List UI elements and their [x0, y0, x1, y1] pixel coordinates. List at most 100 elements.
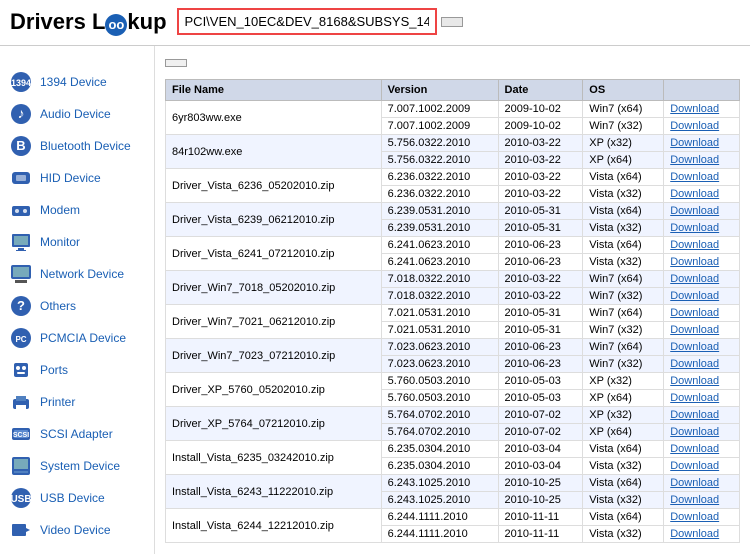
1394-icon: 1394 — [10, 71, 32, 93]
download-link[interactable]: Download — [670, 324, 719, 336]
sidebar-item-bluetooth[interactable]: B Bluetooth Device — [0, 130, 154, 162]
table-row: 6yr803ww.exe7.007.1002.20092009-10-02Win… — [166, 101, 740, 118]
cell-date: 2010-06-23 — [498, 356, 583, 373]
download-link[interactable]: Download — [670, 409, 719, 421]
cell-date: 2010-03-22 — [498, 186, 583, 203]
download-link[interactable]: Download — [670, 273, 719, 285]
download-link[interactable]: Download — [670, 426, 719, 438]
cell-os: XP (x32) — [583, 373, 664, 390]
sidebar-item-monitor[interactable]: Monitor — [0, 226, 154, 258]
cell-version: 6.239.0531.2010 — [381, 203, 498, 220]
cell-version: 6.244.1111.2010 — [381, 509, 498, 526]
sidebar-label-system: System Device — [40, 459, 120, 473]
download-link[interactable]: Download — [670, 307, 719, 319]
cell-os: XP (x64) — [583, 424, 664, 441]
col-header-os: OS — [583, 80, 664, 101]
sidebar-item-1394[interactable]: 1394 1394 Device — [0, 66, 154, 98]
download-link[interactable]: Download — [670, 477, 719, 489]
cell-os: XP (x32) — [583, 135, 664, 152]
sidebar-item-hid[interactable]: HID Device — [0, 162, 154, 194]
cell-date: 2010-10-25 — [498, 475, 583, 492]
download-link[interactable]: Download — [670, 341, 719, 353]
download-link[interactable]: Download — [670, 103, 719, 115]
sidebar-label-modem: Modem — [40, 203, 80, 217]
cell-os: Win7 (x64) — [583, 101, 664, 118]
sidebar-item-others[interactable]: ? Others — [0, 290, 154, 322]
cell-os: Vista (x64) — [583, 237, 664, 254]
printer-icon — [10, 391, 32, 413]
cell-version: 7.023.0623.2010 — [381, 339, 498, 356]
sidebar-item-audio[interactable]: ♪ Audio Device — [0, 98, 154, 130]
sidebar-item-printer[interactable]: Printer — [0, 386, 154, 418]
download-link[interactable]: Download — [670, 120, 719, 132]
download-link[interactable]: Download — [670, 154, 719, 166]
cell-download: Download — [664, 254, 740, 271]
scsi-icon: SCSI — [10, 423, 32, 445]
download-link[interactable]: Download — [670, 511, 719, 523]
cell-version: 6.239.0531.2010 — [381, 220, 498, 237]
search-input[interactable] — [177, 8, 437, 35]
download-link[interactable]: Download — [670, 205, 719, 217]
table-row: Install_Vista_6235_03242010.zip6.235.030… — [166, 441, 740, 458]
download-link[interactable]: Download — [670, 188, 719, 200]
col-header-action — [664, 80, 740, 101]
cell-os: Win7 (x64) — [583, 305, 664, 322]
sidebar-item-usb[interactable]: USB USB Device — [0, 482, 154, 514]
cell-version: 5.756.0322.2010 — [381, 152, 498, 169]
download-link[interactable]: Download — [670, 443, 719, 455]
sidebar-item-system[interactable]: System Device — [0, 450, 154, 482]
cell-filename: 84r102ww.exe — [166, 135, 382, 169]
cell-download: Download — [664, 220, 740, 237]
download-link[interactable]: Download — [670, 460, 719, 472]
download-link[interactable]: Download — [670, 375, 719, 387]
cell-filename: Driver_Win7_7021_06212010.zip — [166, 305, 382, 339]
table-row: Driver_XP_5760_05202010.zip5.760.0503.20… — [166, 373, 740, 390]
cell-download: Download — [664, 407, 740, 424]
sidebar-item-ports[interactable]: Ports — [0, 354, 154, 386]
sidebar-item-network[interactable]: Network Device — [0, 258, 154, 290]
sidebar-item-scsi[interactable]: SCSI SCSI Adapter — [0, 418, 154, 450]
download-link[interactable]: Download — [670, 392, 719, 404]
content-area: File Name Version Date OS 6yr803ww.exe7.… — [155, 46, 750, 554]
cell-os: Vista (x32) — [583, 254, 664, 271]
cell-version: 6.235.0304.2010 — [381, 458, 498, 475]
download-link[interactable]: Download — [670, 239, 719, 251]
sidebar-label-hid: HID Device — [40, 171, 101, 185]
cell-version: 6.241.0623.2010 — [381, 237, 498, 254]
download-link[interactable]: Download — [670, 222, 719, 234]
search-button[interactable] — [441, 17, 463, 27]
cell-date: 2010-05-03 — [498, 390, 583, 407]
cell-download: Download — [664, 356, 740, 373]
download-link[interactable]: Download — [670, 494, 719, 506]
sidebar-item-pcmcia[interactable]: PC PCMCIA Device — [0, 322, 154, 354]
sidebar-label-printer: Printer — [40, 395, 75, 409]
download-link[interactable]: Download — [670, 256, 719, 268]
cell-download: Download — [664, 152, 740, 169]
download-link[interactable]: Download — [670, 171, 719, 183]
sidebar-label-usb: USB Device — [40, 491, 105, 505]
table-row: Driver_Win7_7023_07212010.zip7.023.0623.… — [166, 339, 740, 356]
sidebar-item-video[interactable]: Video Device — [0, 514, 154, 546]
cell-version: 7.023.0623.2010 — [381, 356, 498, 373]
system-icon — [10, 455, 32, 477]
cell-filename: 6yr803ww.exe — [166, 101, 382, 135]
cell-os: Win7 (x32) — [583, 322, 664, 339]
cell-download: Download — [664, 339, 740, 356]
cell-download: Download — [664, 305, 740, 322]
come-back-button[interactable] — [165, 59, 187, 67]
cell-date: 2009-10-02 — [498, 101, 583, 118]
download-link[interactable]: Download — [670, 137, 719, 149]
cell-date: 2010-07-02 — [498, 424, 583, 441]
download-link[interactable]: Download — [670, 358, 719, 370]
cell-os: Vista (x64) — [583, 509, 664, 526]
col-header-version: Version — [381, 80, 498, 101]
download-link[interactable]: Download — [670, 528, 719, 540]
cell-os: XP (x32) — [583, 407, 664, 424]
sidebar-item-modem[interactable]: Modem — [0, 194, 154, 226]
cell-date: 2010-03-22 — [498, 169, 583, 186]
download-link[interactable]: Download — [670, 290, 719, 302]
cell-download: Download — [664, 424, 740, 441]
cell-version: 7.007.1002.2009 — [381, 118, 498, 135]
cell-date: 2010-06-23 — [498, 339, 583, 356]
cell-download: Download — [664, 475, 740, 492]
